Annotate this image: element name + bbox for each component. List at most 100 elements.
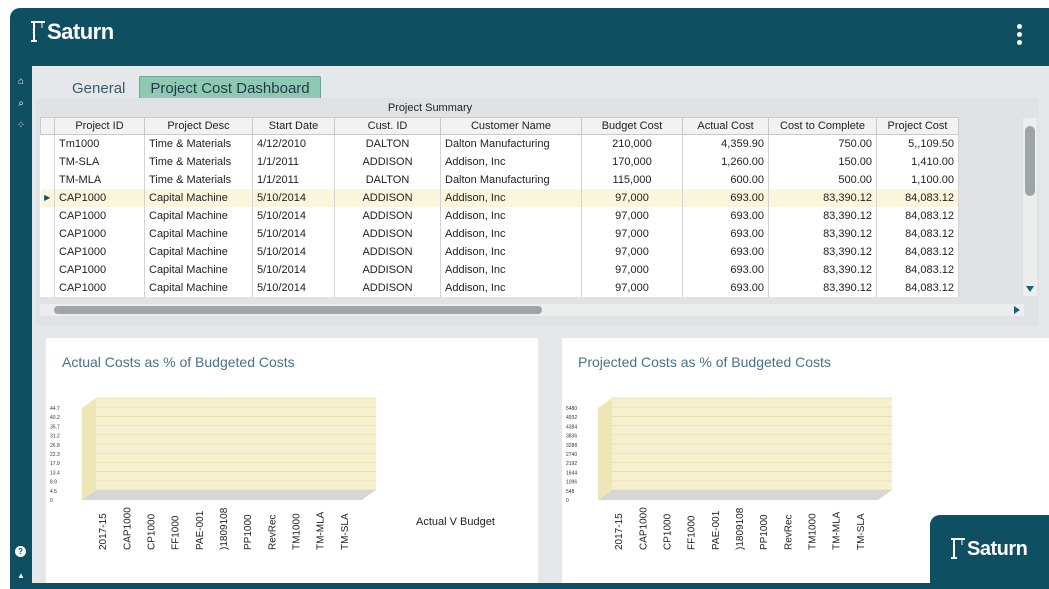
row-selector-icon[interactable] <box>40 260 55 279</box>
project-desc-cell[interactable]: Capital Machine <box>144 206 253 225</box>
budget-cost-cell[interactable]: 97,000 <box>581 188 683 207</box>
project-desc-cell[interactable]: Time & Materials <box>144 170 253 189</box>
column-header[interactable]: Customer Name <box>440 117 582 135</box>
project-cost-cell[interactable]: 1,410.00 <box>876 152 959 171</box>
actual-cost-cell[interactable]: 693.00 <box>682 260 769 279</box>
project-cost-cell[interactable]: 84,083.12 <box>876 278 959 297</box>
more-menu-icon[interactable] <box>1015 24 1023 48</box>
project-cost-cell[interactable]: 84,083.12 <box>876 260 959 279</box>
table-row[interactable]: CAP1000 Capital Machine 5/10/2014 ADDISON Ad… <box>40 224 959 243</box>
project-id-cell[interactable]: CAP1000 <box>54 188 145 207</box>
scroll-right-icon[interactable] <box>1014 306 1020 314</box>
actual-cost-cell[interactable]: 693.00 <box>682 224 769 243</box>
row-selector-icon[interactable] <box>40 152 55 171</box>
column-header[interactable]: Start Date <box>252 117 335 135</box>
cust-id-cell[interactable]: ADDISON <box>334 224 441 243</box>
row-selector-icon[interactable] <box>40 170 55 189</box>
row-selector-icon[interactable] <box>40 224 55 243</box>
cust-id-cell[interactable]: DALTON <box>334 170 441 189</box>
start-date-cell[interactable]: 4/12/2010 <box>252 134 335 153</box>
actual-cost-cell[interactable]: 4,359.90 <box>682 134 769 153</box>
project-desc-cell[interactable]: Time & Materials <box>144 152 253 171</box>
column-header[interactable]: Project Desc <box>144 117 253 135</box>
start-date-cell[interactable]: 1/1/2011 <box>252 170 335 189</box>
tab-general[interactable]: General <box>62 77 135 100</box>
project-id-cell[interactable]: CAP1000 <box>54 206 145 225</box>
budget-cost-cell[interactable]: 97,000 <box>581 278 683 297</box>
project-cost-cell[interactable]: 1,100.00 <box>876 170 959 189</box>
actual-cost-cell[interactable]: 693.00 <box>682 242 769 261</box>
actual-cost-cell[interactable]: 693.00 <box>682 206 769 225</box>
project-cost-cell[interactable]: 84,083.12 <box>876 242 959 261</box>
customer-name-cell[interactable]: Addison, Inc <box>440 206 582 225</box>
column-header[interactable]: Budget Cost <box>581 117 683 135</box>
search-icon[interactable]: ⌕ <box>13 96 29 112</box>
table-row[interactable]: ▶ CAP1000 Capital Machine 5/10/2014 ADDISON A… <box>40 188 959 207</box>
project-desc-cell[interactable]: Time & Materials <box>144 134 253 153</box>
scroll-thumb[interactable] <box>54 306 542 314</box>
cost-to-complete-cell[interactable]: 83,390.12 <box>768 278 877 297</box>
cost-to-complete-cell[interactable]: 83,390.12 <box>768 224 877 243</box>
column-header[interactable]: Project ID <box>54 117 145 135</box>
cust-id-cell[interactable]: DALTON <box>334 134 441 153</box>
start-date-cell[interactable]: 5/10/2014 <box>252 242 335 261</box>
customer-name-cell[interactable]: Dalton Manufacturing <box>440 134 582 153</box>
cust-id-cell[interactable]: ADDISON <box>334 260 441 279</box>
scroll-thumb[interactable] <box>1025 126 1035 196</box>
column-header[interactable]: Cost to Complete <box>768 117 877 135</box>
project-id-cell[interactable]: Tm1000 <box>54 134 145 153</box>
customer-name-cell[interactable]: Addison, Inc <box>440 152 582 171</box>
customer-name-cell[interactable]: Addison, Inc <box>440 260 582 279</box>
project-cost-cell[interactable]: 84,083.12 <box>876 206 959 225</box>
customer-name-cell[interactable]: Dalton Manufacturing <box>440 170 582 189</box>
project-desc-cell[interactable]: Capital Machine <box>144 260 253 279</box>
cost-to-complete-cell[interactable]: 150.00 <box>768 152 877 171</box>
start-date-cell[interactable]: 5/10/2014 <box>252 224 335 243</box>
cust-id-cell[interactable]: ADDISON <box>334 188 441 207</box>
cust-id-cell[interactable]: ADDISON <box>334 152 441 171</box>
project-id-cell[interactable]: CAP1000 <box>54 278 145 297</box>
cust-id-cell[interactable]: ADDISON <box>334 278 441 297</box>
vertical-scrollbar[interactable] <box>1023 118 1037 296</box>
scroll-down-icon[interactable] <box>1026 286 1034 292</box>
table-row[interactable]: TM-SLA Time & Materials 1/1/2011 ADDISON Add… <box>40 152 959 171</box>
actual-cost-cell[interactable]: 693.00 <box>682 278 769 297</box>
budget-cost-cell[interactable]: 97,000 <box>581 224 683 243</box>
column-header[interactable]: Project Cost <box>876 117 959 135</box>
row-selector-icon[interactable] <box>40 134 55 153</box>
table-row[interactable]: CAP1000 Capital Machine 5/10/2014 ADDISON Ad… <box>40 242 959 261</box>
cost-to-complete-cell[interactable]: 83,390.12 <box>768 260 877 279</box>
project-cost-cell[interactable]: 84,083.12 <box>876 188 959 207</box>
cost-to-complete-cell[interactable]: 750.00 <box>768 134 877 153</box>
project-id-cell[interactable]: TM-SLA <box>54 152 145 171</box>
project-cost-cell[interactable]: 5,,109.50 <box>876 134 959 153</box>
column-header[interactable]: Actual Cost <box>682 117 769 135</box>
project-desc-cell[interactable]: Capital Machine <box>144 224 253 243</box>
home-icon[interactable]: ⌂ <box>13 74 29 90</box>
project-id-cell[interactable]: CAP1000 <box>54 242 145 261</box>
project-id-cell[interactable]: TM-MLA <box>54 170 145 189</box>
actual-cost-cell[interactable]: 693.00 <box>682 188 769 207</box>
project-desc-cell[interactable]: Capital Machine <box>144 188 253 207</box>
cost-to-complete-cell[interactable]: 83,390.12 <box>768 188 877 207</box>
actual-cost-cell[interactable]: 600.00 <box>682 170 769 189</box>
row-selector-icon[interactable] <box>40 242 55 261</box>
project-desc-cell[interactable]: Capital Machine <box>144 242 253 261</box>
start-date-cell[interactable]: 5/10/2014 <box>252 206 335 225</box>
project-cost-cell[interactable]: 84,083.12 <box>876 224 959 243</box>
table-row[interactable]: Tm1000 Time & Materials 4/12/2010 DALTON Dal… <box>40 134 959 153</box>
cost-to-complete-cell[interactable]: 83,390.12 <box>768 206 877 225</box>
cost-to-complete-cell[interactable]: 500.00 <box>768 170 877 189</box>
row-selector-icon[interactable]: ▶ <box>40 188 55 207</box>
table-row[interactable]: CAP1000 Capital Machine 5/10/2014 ADDISON Ad… <box>40 278 959 297</box>
bell-icon[interactable]: ▲ <box>13 568 29 584</box>
table-row[interactable]: CAP1000 Capital Machine 5/10/2014 ADDISON Ad… <box>40 260 959 279</box>
budget-cost-cell[interactable]: 210,000 <box>581 134 683 153</box>
table-row[interactable]: CAP1000 Capital Machine 5/10/2014 ADDISON Ad… <box>40 206 959 225</box>
actual-cost-cell[interactable]: 1,260.00 <box>682 152 769 171</box>
budget-cost-cell[interactable]: 170,000 <box>581 152 683 171</box>
help-icon[interactable]: ? <box>15 546 26 557</box>
project-id-cell[interactable]: CAP1000 <box>54 224 145 243</box>
start-date-cell[interactable]: 5/10/2014 <box>252 188 335 207</box>
row-selector-icon[interactable] <box>40 206 55 225</box>
